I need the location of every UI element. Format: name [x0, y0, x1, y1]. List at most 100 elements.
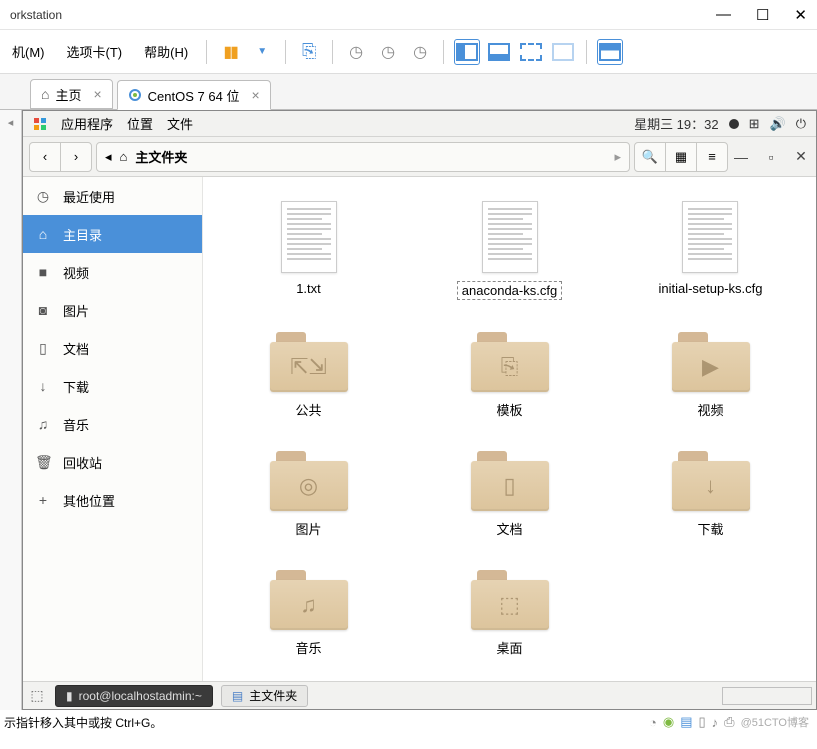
taskbar-files-label: 主文件夹: [249, 687, 297, 704]
file-item-1[interactable]: anaconda-ks.cfg: [453, 197, 566, 304]
tab-guest-label: CentOS 7 64 位: [148, 86, 240, 105]
pause-button[interactable]: ▮▮: [217, 39, 243, 65]
menu-files[interactable]: 文件: [167, 114, 193, 133]
minimize-button[interactable]: —: [716, 6, 731, 24]
taskbar-files[interactable]: ▤ 主文件夹: [221, 685, 308, 707]
file-item-3[interactable]: ⇱⇲公共: [266, 328, 352, 423]
sidebar-item-6[interactable]: ♫音乐: [23, 405, 202, 443]
snapshot-button[interactable]: ⎘: [296, 39, 322, 65]
sidebar-item-1[interactable]: ⌂主目录: [23, 215, 202, 253]
close-button[interactable]: ✕: [794, 6, 807, 24]
separator: [285, 40, 286, 64]
gnome-top-bar: 应用程序 位置 文件 星期三 19：32 ⊞ 🔊 ⏻: [23, 111, 816, 137]
menu-applications[interactable]: 应用程序: [61, 114, 113, 133]
cd-icon[interactable]: ◉: [663, 714, 674, 730]
clock-label[interactable]: 星期三 19：32: [634, 114, 719, 133]
pause-icon: ▮▮: [223, 42, 237, 62]
grid-icon: ▦: [675, 149, 687, 165]
maximize-button[interactable]: ☐: [756, 6, 769, 24]
gnome-status-area: 星期三 19：32 ⊞ 🔊 ⏻: [634, 114, 806, 133]
sidebar-item-5[interactable]: ↓下载: [23, 367, 202, 405]
tab-guest[interactable]: CentOS 7 64 位 ×: [117, 80, 271, 110]
sound-icon[interactable]: ♪: [712, 715, 719, 730]
disk-icon[interactable]: ◔: [649, 715, 657, 730]
vm-status-bar: 示指针移入其中或按 Ctrl+G。 ◔ ◉ ▤ ▯ ♪ ⎙ @51CTO博客: [0, 710, 817, 734]
nautilus-sidebar: ◷最近使用⌂主目录■视频 ◙ 图片 ▯文档↓下载♫音乐🗑回收站+其他位置: [23, 177, 203, 681]
file-item-8[interactable]: ↓下载: [668, 447, 754, 542]
vm-menubar: 机(M) 选项卡(T) 帮助(H) ▮▮ ▼ ⎘ ◷ ◷ ◷: [0, 30, 817, 74]
textfile-icon: [281, 201, 337, 273]
screen-bottom-icon: [488, 43, 510, 61]
close-button[interactable]: ✕: [792, 148, 810, 166]
show-desktop-button[interactable]: ⬚: [27, 686, 47, 706]
file-item-0[interactable]: 1.txt: [277, 197, 341, 304]
back-button[interactable]: ‹: [29, 142, 61, 172]
sidebar-item-7[interactable]: 🗑回收站: [23, 443, 202, 481]
view-mode-2[interactable]: [486, 39, 512, 65]
sidebar-item-label: 图片: [63, 301, 89, 320]
collapse-icon[interactable]: ◂: [8, 116, 14, 129]
terminal-icon: ▮: [66, 689, 73, 703]
activities-icon[interactable]: [33, 117, 47, 131]
view-mode-1[interactable]: [454, 39, 480, 65]
camera-icon: ◙: [35, 302, 51, 318]
sound-icon[interactable]: 🔊: [770, 116, 786, 132]
menu-tab[interactable]: 选项卡(T): [59, 38, 131, 65]
folder-icon: ◎: [270, 451, 348, 511]
search-icon: 🔍: [642, 149, 658, 165]
sidebar-item-3[interactable]: ◙ 图片: [23, 291, 202, 329]
taskbar-terminal[interactable]: ▮ root@localhostadmin:~: [55, 685, 213, 707]
sidebar-item-2[interactable]: ■视频: [23, 253, 202, 291]
file-item-5[interactable]: ▶视频: [668, 328, 754, 423]
menu-machine[interactable]: 机(M): [4, 38, 53, 65]
maximize-button[interactable]: ▫: [762, 148, 780, 166]
file-item-7[interactable]: ▯文档: [467, 447, 553, 542]
sidebar-item-label: 其他位置: [63, 491, 115, 510]
separator: [332, 40, 333, 64]
file-item-10[interactable]: ⬚桌面: [467, 566, 553, 661]
sidebar-item-4[interactable]: ▯文档: [23, 329, 202, 367]
search-button[interactable]: 🔍: [634, 142, 666, 172]
view-mode-3[interactable]: [518, 39, 544, 65]
separator: [586, 40, 587, 64]
file-item-9[interactable]: ♫音乐: [266, 566, 352, 661]
forward-button[interactable]: ›: [60, 142, 92, 172]
dropdown-button[interactable]: ▼: [249, 39, 275, 65]
menu-button[interactable]: ≡: [696, 142, 728, 172]
usb-icon[interactable]: ▯: [699, 714, 706, 730]
taskbar-tray[interactable]: [722, 687, 812, 705]
clock-icon: ◷: [349, 42, 363, 62]
view-mode-4[interactable]: [550, 39, 576, 65]
folder-icon: ⬚: [471, 570, 549, 630]
nautilus-window-controls: — ▫ ✕: [732, 148, 810, 166]
file-label: 图片: [295, 519, 321, 538]
screen-icon: [552, 43, 574, 61]
file-item-6[interactable]: ◎ 图片: [266, 447, 352, 542]
sidebar-item-label: 音乐: [63, 415, 89, 434]
close-icon[interactable]: ×: [251, 87, 259, 103]
close-icon[interactable]: ×: [93, 86, 101, 102]
gnome-taskbar: ⬚ ▮ root@localhostadmin:~ ▤ 主文件夹: [23, 681, 816, 709]
network-icon[interactable]: ▤: [680, 714, 692, 730]
file-item-4[interactable]: ⎘模板: [467, 328, 553, 423]
sidebar-item-label: 最近使用: [63, 187, 115, 206]
network-icon[interactable]: ⊞: [749, 116, 760, 132]
clock-button-3[interactable]: ◷: [407, 39, 433, 65]
clock-button-1[interactable]: ◷: [343, 39, 369, 65]
power-icon[interactable]: ⏻: [796, 116, 806, 132]
sidebar-item-8[interactable]: +其他位置: [23, 481, 202, 519]
printer-icon[interactable]: ⎙: [724, 714, 734, 730]
clock-button-2[interactable]: ◷: [375, 39, 401, 65]
file-item-2[interactable]: initial-setup-ks.cfg: [654, 197, 766, 304]
chevron-right-icon: ›: [74, 149, 78, 164]
menu-help[interactable]: 帮助(H): [136, 38, 196, 65]
path-bar[interactable]: ◂ ⌂ 主文件夹 ▸: [96, 142, 630, 172]
grid-view-button[interactable]: ▦: [665, 142, 697, 172]
minimize-button[interactable]: —: [732, 148, 750, 166]
menu-places[interactable]: 位置: [127, 114, 153, 133]
sidebar-item-0[interactable]: ◷最近使用: [23, 177, 202, 215]
tab-home[interactable]: ⌂ 主页 ×: [30, 79, 113, 109]
view-mode-5[interactable]: [597, 39, 623, 65]
nautilus-header: ‹ › ◂ ⌂ 主文件夹 ▸ 🔍 ▦ ≡ — ▫ ✕: [23, 137, 816, 177]
textfile-icon: [482, 201, 538, 273]
